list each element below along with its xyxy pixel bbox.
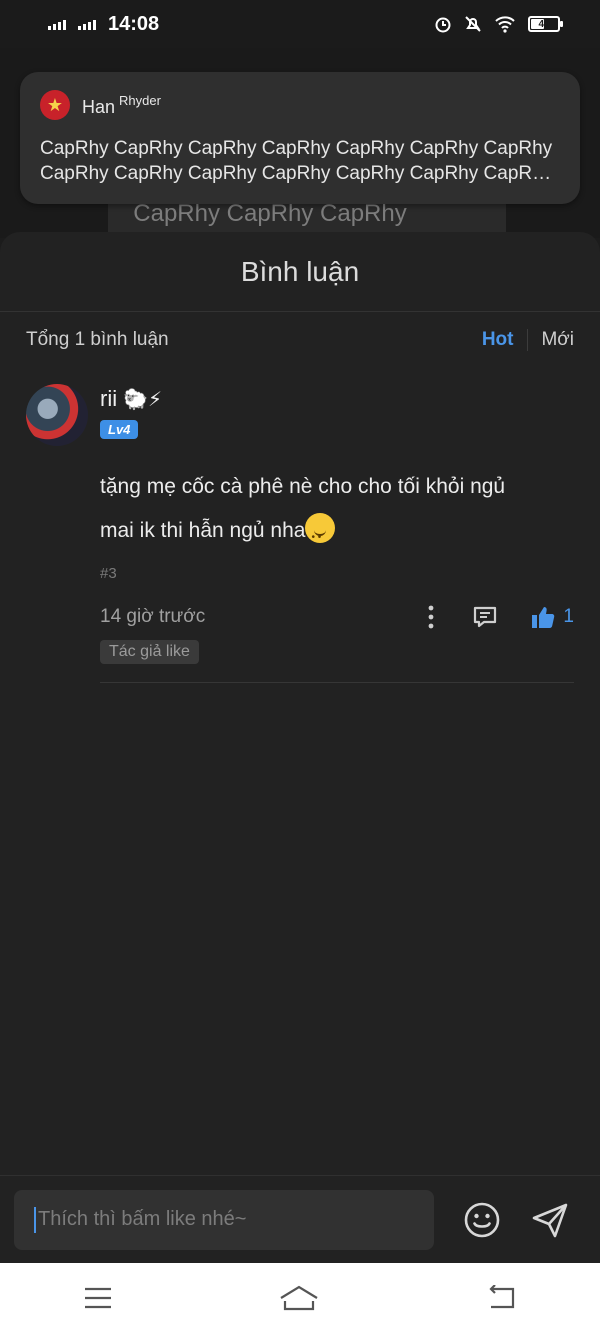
status-bar: 14:08 49 [0,0,600,48]
emoji-button[interactable] [462,1200,502,1240]
menu-icon[interactable] [83,1286,113,1310]
status-time: 14:08 [108,12,160,35]
comment-time: 14 giờ trước [100,606,206,627]
smile-emoji-icon [305,513,336,560]
user-row: rii 🐑⚡ [100,384,574,414]
alarm-icon [435,17,451,33]
status-left: 14:08 [48,13,159,36]
comment-text-line: mai ik thi hẫn ngủ nha [100,519,306,542]
system-nav-bar [0,1263,600,1333]
comment-input-bar [0,1175,600,1263]
notification-body: CapRhy CapRhy CapRhy CapRhy CapRhy CapRh… [40,136,560,186]
avatar[interactable] [26,384,88,446]
comment-actions: 1 [421,603,574,631]
comment-item: rii 🐑⚡ Lv4 tặng mẹ cốc cà phê nè cho cho… [0,384,600,664]
comment-input-box[interactable] [14,1189,434,1250]
comment-count: Tổng 1 bình luận [26,329,169,350]
user-emoji: 🐑⚡ [123,387,163,411]
author-like-tag: Tác giả like [100,640,199,664]
sheet-title: Bình luận [0,232,600,312]
sort-hot-tab[interactable]: Hot [482,329,529,351]
send-icon [532,1203,568,1237]
comment-sheet: Bình luận Tổng 1 bình luận Hot Mới rii 🐑… [0,232,600,1262]
back-icon[interactable] [485,1285,517,1311]
notification-title: Han Rhyder [82,93,161,118]
send-button[interactable] [530,1200,570,1240]
comment-index: #3 [100,565,117,582]
notification-subtitle: Rhyder [119,92,161,108]
comment-text: tặng mẹ cốc cà phê nè cho cho tối khỏi n… [100,465,574,560]
comment-text-line: tặng mẹ cốc cà phê nè cho cho tối khỏi n… [100,475,506,498]
notification-sender: Han [82,96,116,117]
notification-card[interactable]: ★ Han Rhyder CapRhy CapRhy CapRhy CapRhy … [20,72,580,204]
notification-header: ★ Han Rhyder [40,90,560,120]
home-icon[interactable] [279,1285,319,1311]
wifi-icon [495,16,515,33]
app-logo-icon: ★ [40,90,70,120]
comment-meta-row: 14 giờ trước 1 [100,602,574,632]
notification-line: CapRhy CapRhy CapRhy CapRhy CapRhy CapRh… [40,163,560,184]
comment-count-row: Tổng 1 bình luận Hot Mới [0,312,600,368]
username[interactable]: rii [100,386,117,412]
signal-icon [48,18,66,30]
level-badge: Lv4 [100,420,139,439]
comment-body: rii 🐑⚡ Lv4 tặng mẹ cốc cà phê nè cho cho… [100,384,574,664]
thumbs-up-icon [532,607,555,628]
more-options-icon[interactable] [421,604,441,630]
battery-icon: 49 [528,16,563,32]
signal-icon [78,18,96,30]
background-title-text: CapRhy CapRhy CapRhy [133,200,407,227]
like-button[interactable]: 1 [529,603,574,631]
sort-new-tab[interactable]: Mới [528,329,574,351]
emoji-icon [464,1202,500,1237]
notification-line: CapRhy CapRhy CapRhy CapRhy CapRhy CapRh… [40,138,553,159]
mute-icon [465,16,481,32]
status-right: 49 [434,15,563,33]
comment-divider [100,682,574,683]
like-count: 1 [563,606,574,627]
text-caret [34,1206,36,1233]
sort-tabs: Hot Mới [482,329,574,351]
reply-icon[interactable] [471,603,499,631]
comment-input[interactable] [38,1208,418,1231]
